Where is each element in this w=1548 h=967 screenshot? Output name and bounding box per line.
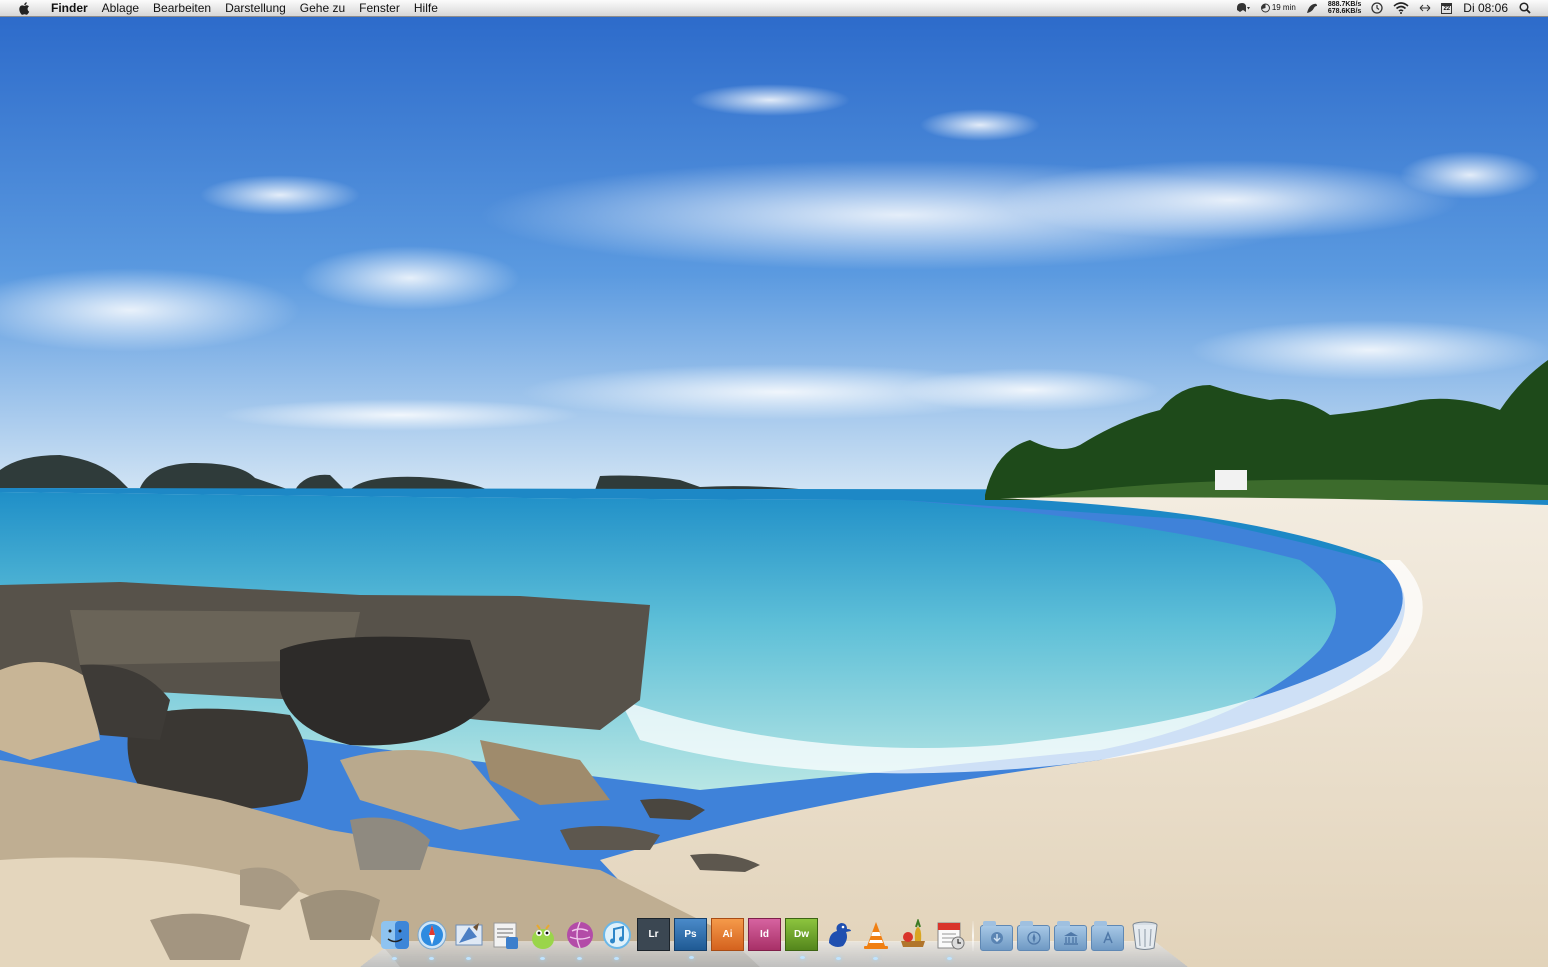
dock-adium[interactable] xyxy=(526,918,559,960)
menu-clock[interactable]: Di 08:06 xyxy=(1463,1,1508,15)
menu-ablage[interactable]: Ablage xyxy=(95,0,146,17)
lightroom-icon: Lr xyxy=(648,929,659,940)
menu-fenster[interactable]: Fenster xyxy=(352,0,407,17)
dock-separator xyxy=(972,921,974,951)
growl-icon[interactable] xyxy=(1235,0,1251,17)
dock-fruit-app[interactable] xyxy=(896,918,929,951)
dock-indesign[interactable]: Id xyxy=(748,918,781,951)
calendar-timer-icon xyxy=(937,922,964,949)
running-indicator xyxy=(577,957,582,960)
battery-time-text: 19 min xyxy=(1271,3,1296,12)
lifeguard-hut xyxy=(1215,470,1247,490)
dock-safari[interactable] xyxy=(415,918,448,960)
globe-icon xyxy=(566,921,593,948)
photoshop-icon: Ps xyxy=(684,929,697,940)
apple-menu-icon[interactable] xyxy=(14,1,34,15)
running-indicator xyxy=(392,957,397,960)
spotlight-search-icon[interactable] xyxy=(1519,0,1531,17)
dock-itunes[interactable] xyxy=(600,918,633,960)
safari-icon xyxy=(417,920,446,949)
net-download-text: 678.6KB/s xyxy=(1327,8,1362,15)
dock-finder[interactable] xyxy=(378,918,411,960)
running-indicator xyxy=(689,956,694,959)
dock: Lr Ps Ai Id Dw xyxy=(360,908,1188,967)
dock-trash[interactable] xyxy=(1128,918,1161,951)
library-folder-icon xyxy=(1054,921,1087,951)
running-indicator xyxy=(836,957,841,960)
dock-mail[interactable] xyxy=(452,918,485,960)
times-icon xyxy=(493,922,518,949)
dock-dreamweaver[interactable]: Dw xyxy=(785,918,818,959)
dock-times[interactable] xyxy=(489,918,522,951)
battery-timer-icon[interactable]: 19 min xyxy=(1260,0,1296,17)
dock-cyberduck[interactable] xyxy=(822,918,855,960)
calendar-day-text: 22 xyxy=(1441,2,1453,14)
calendar-icon[interactable]: 22 xyxy=(1441,0,1453,17)
bluetooth-network-icon[interactable] xyxy=(1419,0,1431,17)
dock-photoshop[interactable]: Ps xyxy=(674,918,707,959)
trash-icon xyxy=(1132,921,1157,950)
menu-gehe-zu[interactable]: Gehe zu xyxy=(293,0,352,17)
menu-bearbeiten[interactable]: Bearbeiten xyxy=(146,0,218,17)
finder-icon xyxy=(380,920,409,949)
duck-icon xyxy=(828,922,851,947)
dock-folder-library[interactable] xyxy=(1054,918,1087,951)
beach-scene xyxy=(0,0,1548,967)
desktop-wallpaper xyxy=(0,0,1548,967)
menu-darstellung[interactable]: Darstellung xyxy=(218,0,293,17)
running-indicator xyxy=(540,957,545,960)
dock-vlc[interactable] xyxy=(859,918,892,960)
dock-camino[interactable] xyxy=(563,918,596,960)
dock-folder-applications[interactable] xyxy=(1017,918,1050,951)
mail-icon xyxy=(455,922,482,945)
dock-folder-apps[interactable] xyxy=(1091,918,1124,951)
dock-folder-downloads[interactable] xyxy=(980,918,1013,951)
network-speed[interactable]: 888.7KB/s 678.6KB/s xyxy=(1328,1,1361,15)
time-machine-icon[interactable] xyxy=(1371,0,1383,17)
applications-folder-icon xyxy=(1017,921,1050,951)
indesign-icon: Id xyxy=(760,929,769,940)
illustrator-icon: Ai xyxy=(722,929,733,940)
running-indicator xyxy=(429,957,434,960)
dock-ical-timer[interactable] xyxy=(933,918,966,960)
menu-finder[interactable]: Finder xyxy=(44,0,95,17)
wifi-icon[interactable] xyxy=(1393,0,1409,17)
menu-hilfe[interactable]: Hilfe xyxy=(407,0,445,17)
running-indicator xyxy=(873,957,878,960)
running-indicator xyxy=(947,957,952,960)
dock-illustrator[interactable]: Ai xyxy=(711,918,744,951)
bird-icon[interactable] xyxy=(1306,0,1318,17)
downloads-folder-icon xyxy=(980,921,1013,951)
running-indicator xyxy=(800,956,805,959)
menu-bar: Finder Ablage Bearbeiten Darstellung Geh… xyxy=(0,0,1548,17)
fruit-icon xyxy=(900,918,925,947)
running-indicator xyxy=(466,957,471,960)
net-upload-text: 888.7KB/s xyxy=(1327,1,1362,8)
running-indicator xyxy=(614,957,619,960)
appstore-folder-icon xyxy=(1091,921,1124,951)
adium-icon xyxy=(531,923,554,949)
itunes-icon xyxy=(602,920,631,949)
vlc-cone-icon xyxy=(863,921,888,949)
dock-lightroom[interactable]: Lr xyxy=(637,918,670,951)
dreamweaver-icon: Dw xyxy=(794,929,809,940)
